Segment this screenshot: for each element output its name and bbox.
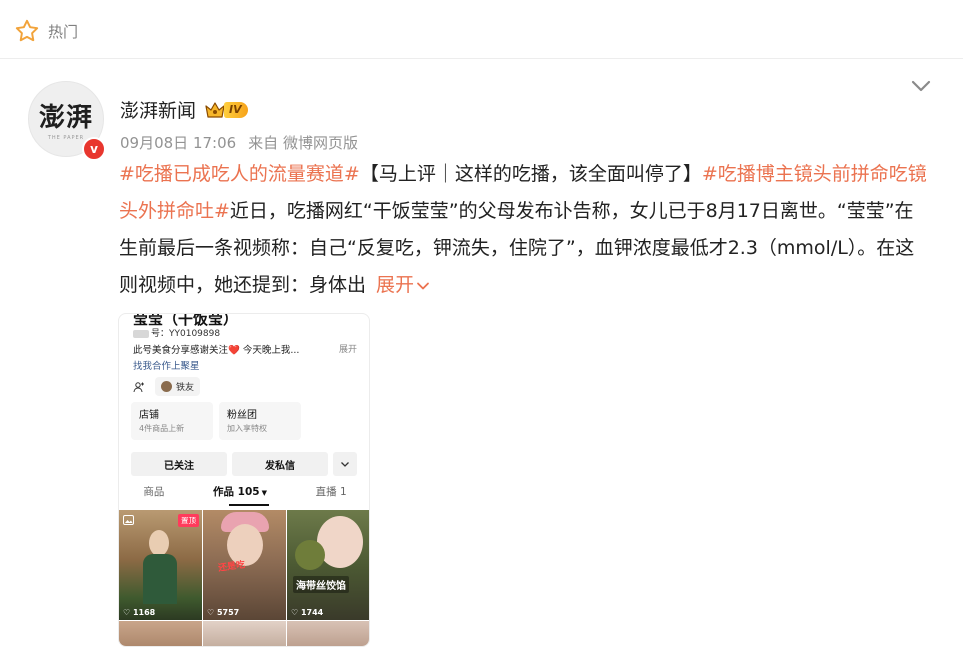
video-tile: 还是吃 ♡ 5757 [203,510,286,620]
heart-icon: ❤️ [228,345,240,356]
post-text-title: 【马上评｜这样的吃播，该全面叫停了】 [359,163,702,185]
image-bio-more: 展开 [338,345,357,355]
author-name[interactable]: 澎湃新闻 [120,96,196,123]
video-food [295,540,325,570]
image-profile-id: 号：YY0109898 [133,326,220,339]
image-icon [123,515,134,525]
more-dropdown [333,452,357,476]
vip-level: IV [224,101,248,118]
image-cards: 店铺 4件商品上新 粉丝团加入享特权 [131,402,301,440]
chevron-down-icon [341,461,349,467]
post-image[interactable]: 莹莹（干饭莹） 号：YY0109898 此号美食分享感谢关注❤️ 今天晚上我..… [118,313,370,647]
shop-card-title: 店铺 [139,410,159,421]
caret-down-icon: ▼ [261,489,267,497]
video-likes-count: 5757 [216,608,240,617]
video-grid-row2 [119,621,369,646]
friend-avatar [161,381,172,392]
video-tile: 置顶 ♡ 1168 [119,510,202,620]
post-text-body: 近日，吃播网红“干饭莹莹”的父母发布讣告称，女儿已于8月17日离世。“莹莹”在生… [119,200,915,296]
pinned-badge: 置顶 [178,514,199,527]
video-grid: 置顶 ♡ 1168 还是吃 ♡ 5757 海带丝饺馅 ♡ 1744 [119,510,369,620]
video-figure-body [143,554,177,604]
tab-indicator [229,504,269,506]
video-tile [203,621,286,646]
video-tile: 海带丝饺馅 ♡ 1744 [287,510,369,620]
expand-label: 展开 [376,274,415,296]
image-tabs: 商品 作品 105 ▼ 直播 1 [119,484,369,499]
hot-label: 热门 [48,22,79,41]
expand-link[interactable]: 展开 [376,274,430,296]
shop-card: 店铺 4件商品上新 [131,402,213,440]
friend-chip-label: 铁友 [176,383,195,393]
tab-works-label: 作品 105 [212,486,260,498]
image-actions: 已关注 发私信 [131,452,357,476]
post-menu-button[interactable] [908,75,934,97]
message-label: 发私信 [232,452,328,476]
video-tile [287,621,369,646]
fan-club-card-title: 粉丝团 [227,410,257,421]
tab-goods: 商品 [143,486,165,498]
blurred-text [133,329,149,338]
video-likes: ♡ 1744 [291,608,324,617]
vip-badge[interactable]: IV [204,100,248,120]
hot-section-header: 热门 [14,18,78,44]
chevron-down-icon [417,282,429,289]
avatar-logo-sub: THE PAPER [47,135,85,141]
chevron-down-icon [911,80,931,92]
image-link: 找我合作上聚星 [133,361,200,372]
post-date[interactable]: 09月08日 17:06 [120,132,236,153]
add-friend-icon [133,381,144,392]
video-likes: ♡ 5757 [207,608,240,617]
image-bio-end: 今天晚上我... [239,345,300,356]
weibo-post-card: 澎湃 THE PAPER v 澎湃新闻 IV 09月08日 17:06 来自 微… [0,59,963,660]
image-bio-start: 此号美食分享感谢关注 [133,345,229,356]
image-friends-row: 铁友 [133,377,201,396]
avatar-logo-text: 澎湃 [38,103,93,133]
video-figure [149,530,169,556]
tab-works: 作品 105 ▼ [213,484,267,499]
fan-club-card-desc: 加入享特权 [227,424,267,433]
fan-club-card: 粉丝团 加入享特权 [219,402,301,440]
video-tile [119,621,202,646]
author-row: 澎湃新闻 IV [120,96,248,123]
video-caption: 海带丝饺馅 [293,576,349,593]
video-likes-count: 1168 [132,608,156,617]
post-meta: 09月08日 17:06 来自 微博网页版 [120,132,358,153]
crown-icon [205,101,225,118]
post-source: 来自 微博网页版 [248,134,358,152]
image-bio: 此号美食分享感谢关注❤️ 今天晚上我... [133,342,361,356]
post-text: #吃播已成吃人的流量赛道#【马上评｜这样的吃播，该全面叫停了】#吃播博主镜头前拼… [119,156,931,304]
hashtag-link[interactable]: #吃播已成吃人的流量赛道# [119,163,360,185]
shop-card-desc: 4件商品上新 [139,424,185,433]
friend-chip: 铁友 [155,377,201,396]
video-likes-count: 1744 [300,608,324,617]
image-profile-id-text: 号：YY0109898 [151,329,221,339]
star-icon [15,19,39,42]
tab-live: 直播 1 [315,486,347,498]
followed-label: 已关注 [131,452,227,476]
verified-badge-icon: v [82,137,106,161]
video-caption: 还是吃 [217,560,246,574]
video-likes: ♡ 1168 [123,608,156,617]
